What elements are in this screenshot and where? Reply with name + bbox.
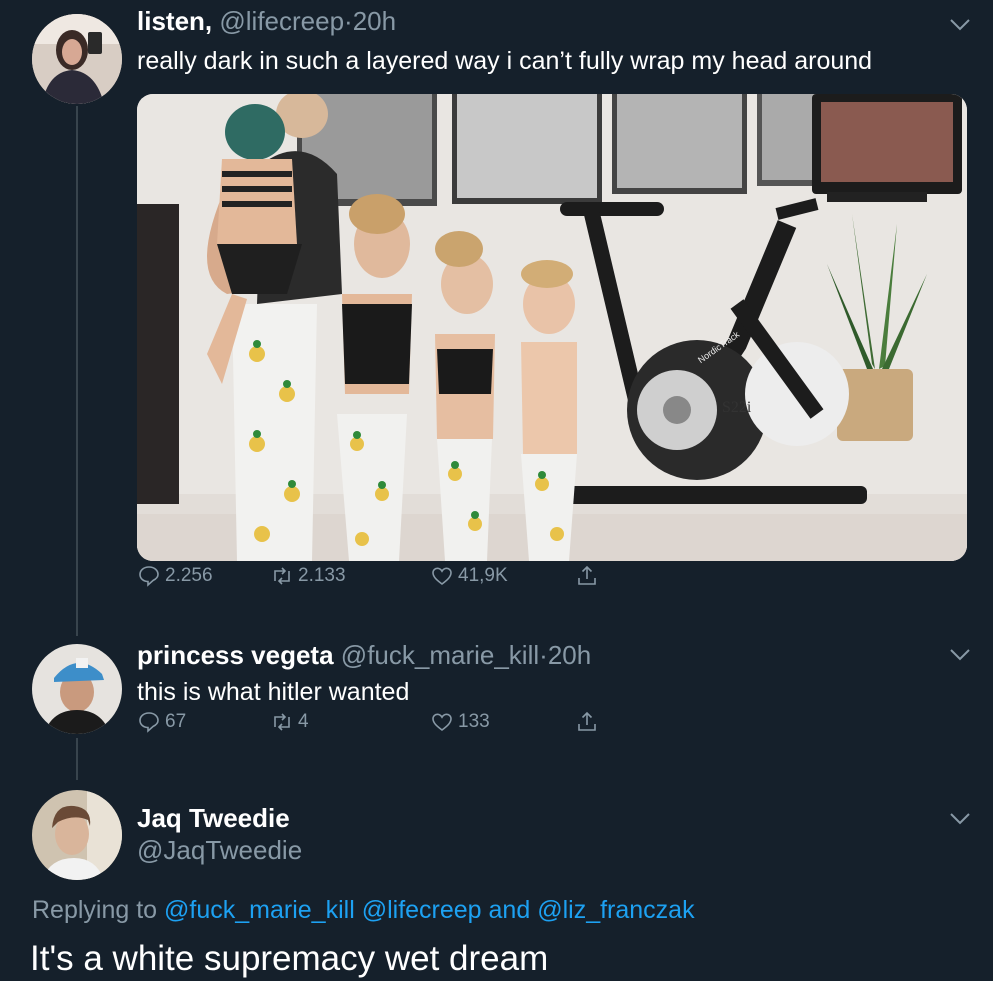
retweet-count: 2.133 bbox=[298, 565, 346, 586]
retweet-icon bbox=[274, 567, 290, 585]
tweet1-timestamp[interactable]: 20h bbox=[353, 6, 396, 36]
tweet1-text: really dark in such a layered way i can’… bbox=[137, 47, 873, 75]
share-icon bbox=[578, 565, 596, 585]
reply-icon bbox=[139, 712, 159, 733]
tweet3-display-name[interactable]: Jaq Tweedie bbox=[137, 803, 290, 833]
chevron-down-icon[interactable] bbox=[949, 812, 971, 826]
reply-icon bbox=[139, 566, 159, 587]
like-button[interactable]: 133 bbox=[430, 710, 490, 734]
tweet1-separator: · bbox=[344, 6, 353, 36]
avatar-jaq-tweedie[interactable] bbox=[32, 790, 122, 880]
chevron-down-icon[interactable] bbox=[949, 18, 971, 32]
tweet1-photo[interactable]: S22i NordicTrack bbox=[137, 94, 967, 561]
tweet2-handle[interactable]: @fuck_marie_kill bbox=[341, 640, 539, 670]
replying-to-line: Replying to @fuck_marie_kill @lifecreep … bbox=[32, 895, 695, 925]
replying-prefix: Replying to bbox=[32, 896, 158, 924]
avatar-princess-vegeta[interactable] bbox=[32, 644, 122, 734]
retweet-count: 4 bbox=[298, 711, 309, 732]
tweet3-handle-line: @JaqTweedie bbox=[137, 835, 302, 865]
retweet-icon bbox=[274, 713, 290, 731]
reply-button[interactable]: 2.256 bbox=[137, 564, 213, 588]
chevron-down-icon[interactable] bbox=[949, 648, 971, 662]
mention-lifecreep[interactable]: @lifecreep bbox=[362, 896, 482, 924]
tweet2-text: this is what hitler wanted bbox=[137, 678, 410, 706]
share-button[interactable] bbox=[575, 564, 599, 588]
tweet1-handle[interactable]: @lifecreep bbox=[219, 6, 344, 36]
like-icon bbox=[432, 567, 452, 586]
like-button[interactable]: 41,9K bbox=[430, 564, 508, 588]
like-count: 133 bbox=[458, 711, 490, 732]
tweet1-header: listen, @lifecreep·20h bbox=[137, 6, 396, 36]
share-icon bbox=[578, 711, 596, 731]
thread-line-1 bbox=[76, 106, 78, 636]
reply-count: 67 bbox=[165, 711, 187, 732]
tweet2-separator: · bbox=[539, 640, 548, 670]
tweet3-handle[interactable]: @JaqTweedie bbox=[137, 835, 302, 865]
tweet3-name-line: Jaq Tweedie bbox=[137, 803, 290, 833]
mention-liz-franczak[interactable]: @liz_franczak bbox=[537, 896, 694, 924]
share-button[interactable] bbox=[575, 710, 599, 734]
tweet3-text: It's a white supremacy wet dream bbox=[30, 939, 549, 978]
bike-model-label: S22i bbox=[722, 399, 752, 416]
retweet-button[interactable]: 2.133 bbox=[270, 564, 346, 588]
replying-and: and bbox=[488, 896, 531, 924]
like-icon bbox=[432, 713, 452, 732]
tweet1-display-name[interactable]: listen, bbox=[137, 6, 212, 36]
reply-count: 2.256 bbox=[165, 565, 213, 586]
tweet2-display-name[interactable]: princess vegeta bbox=[137, 640, 334, 670]
thread-line-2 bbox=[76, 738, 78, 780]
tweet2-header: princess vegeta @fuck_marie_kill·20h bbox=[137, 640, 591, 670]
reply-button[interactable]: 67 bbox=[137, 710, 186, 734]
tweet2-timestamp[interactable]: 20h bbox=[548, 640, 591, 670]
retweet-button[interactable]: 4 bbox=[270, 710, 309, 734]
like-count: 41,9K bbox=[458, 565, 508, 586]
avatar-listen[interactable] bbox=[32, 14, 122, 104]
mention-fuck-marie-kill[interactable]: @fuck_marie_kill bbox=[164, 896, 355, 924]
